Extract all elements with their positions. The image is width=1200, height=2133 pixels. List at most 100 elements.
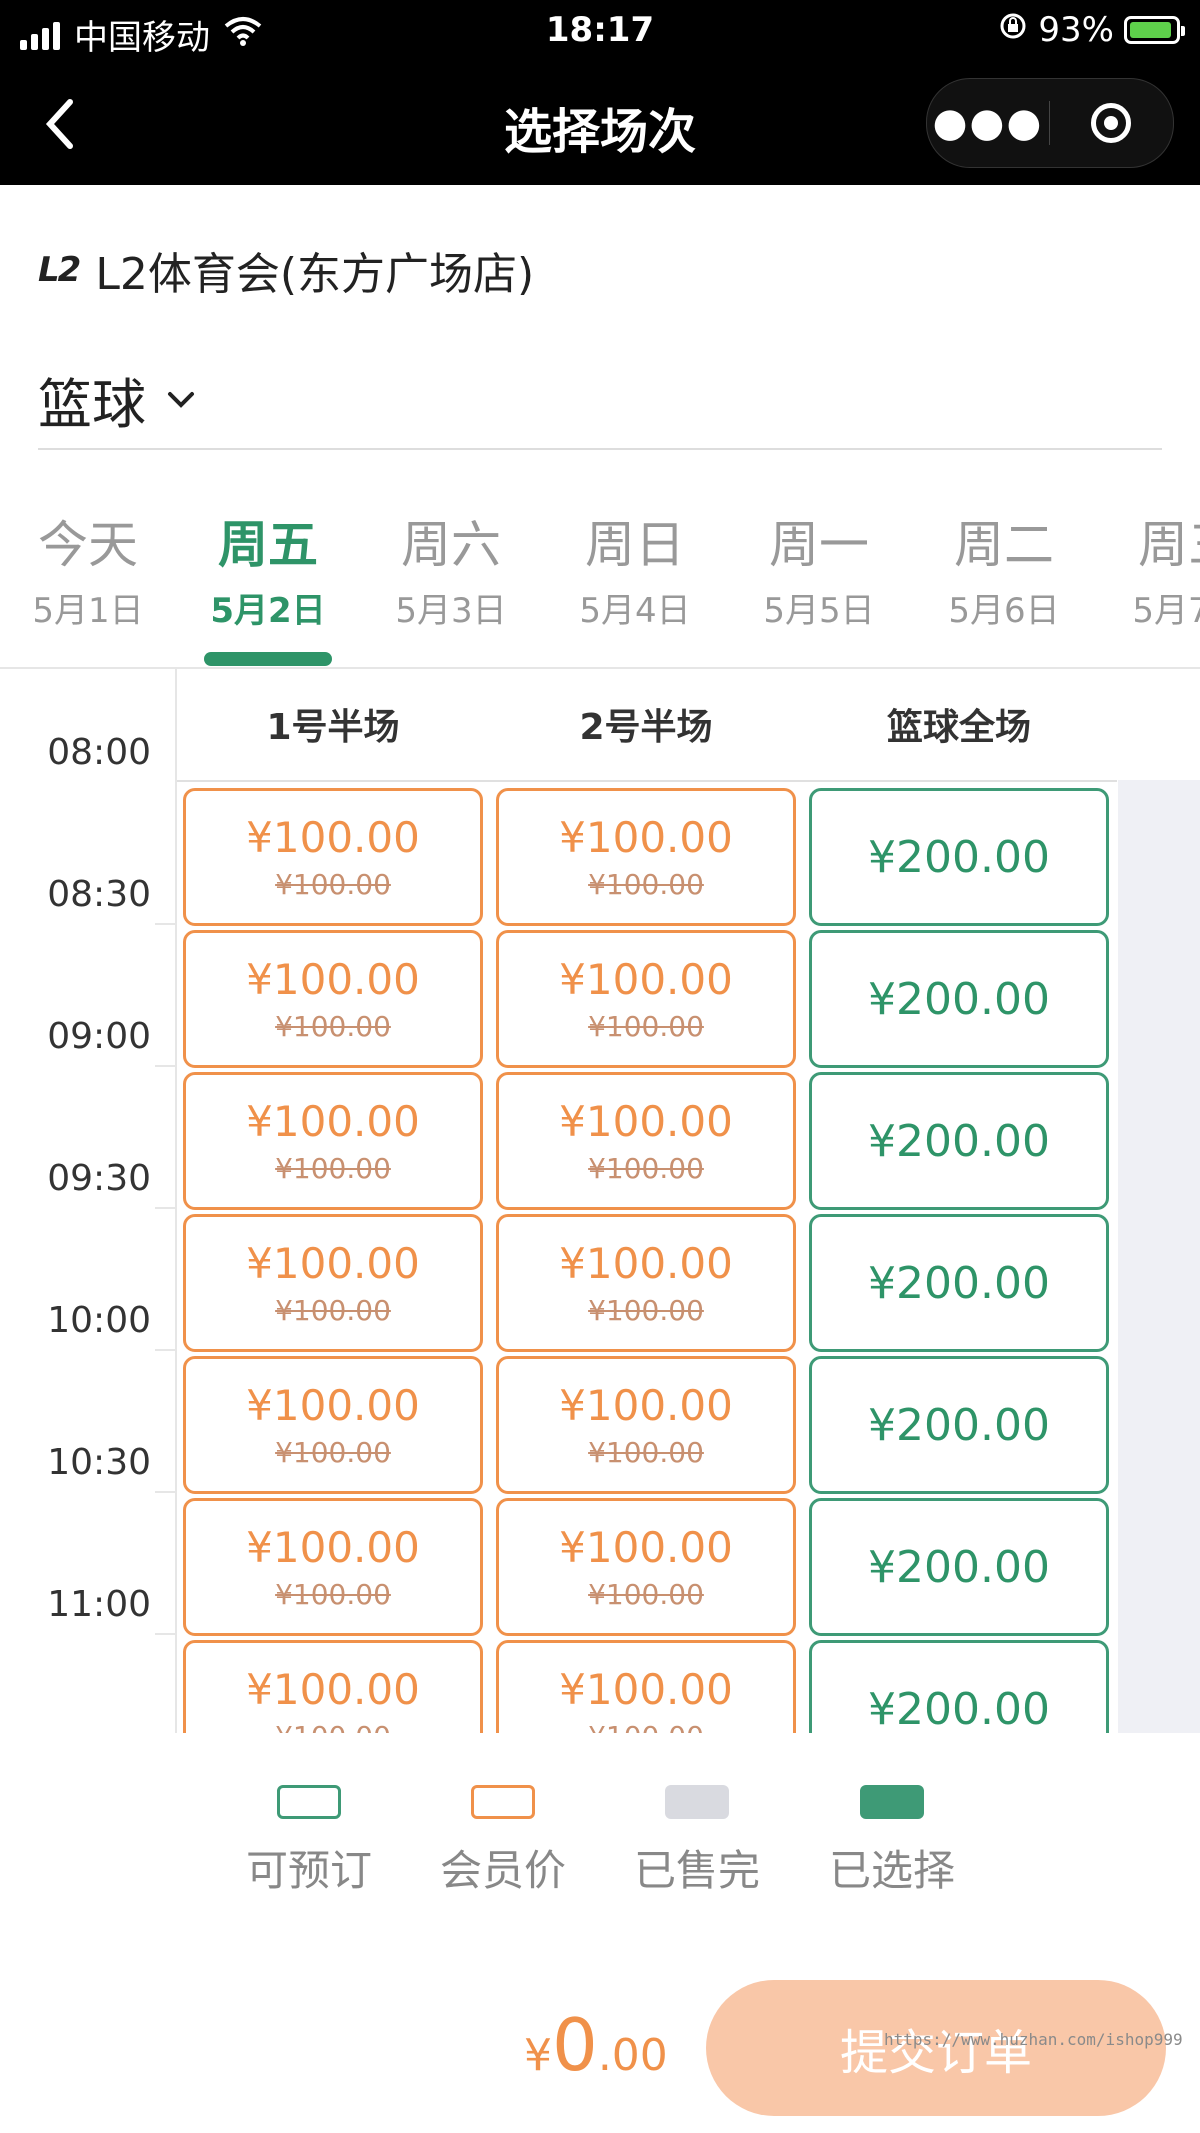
half-court-slot[interactable]: ¥100.00 ¥100.00: [496, 1498, 796, 1636]
active-date-indicator: [204, 652, 332, 666]
time-column: 08:00 08:30 09:00 09:30 10:00 10:30 11:00: [0, 668, 177, 1733]
date-tab-weekday: 周一: [769, 516, 869, 574]
schedule-grid: 08:00 08:30 09:00 09:30 10:00 10:30 11:00 1号半场…: [0, 668, 1200, 1733]
slot-price: ¥200.00: [868, 1257, 1050, 1309]
header-divider: [177, 780, 1117, 782]
full-court-slot[interactable]: ¥200.00: [809, 1498, 1109, 1636]
sport-label: 篮球: [38, 373, 146, 436]
chevron-down-icon: [168, 391, 194, 408]
slot-original-price: ¥100.00: [588, 1577, 704, 1611]
half-court-slot[interactable]: ¥100.00 ¥100.00: [496, 930, 796, 1068]
slot-price: ¥100.00: [246, 1096, 420, 1146]
slot-original-price: ¥100.00: [588, 1720, 704, 1734]
half-court-slot[interactable]: ¥100.00 ¥100.00: [496, 788, 796, 926]
top-bar: 中国移动 18:17 93% 选择场次 ●●●: [0, 0, 1200, 185]
slot-price: ¥100.00: [246, 1238, 420, 1288]
battery-percent: 93%: [1038, 10, 1114, 50]
slot-original-price: ¥100.00: [275, 1720, 391, 1734]
total-currency: ¥: [524, 2030, 552, 2081]
more-dots-icon[interactable]: ●●●: [927, 100, 1049, 146]
time-tick: [155, 1065, 175, 1067]
full-court-slot[interactable]: ¥200.00: [809, 930, 1109, 1068]
date-tab-date: 5月4日: [579, 591, 691, 631]
date-tab[interactable]: 周六 5月3日: [359, 505, 543, 632]
slot-price: ¥100.00: [559, 1238, 733, 1288]
time-label: 08:30: [47, 874, 151, 915]
slot-price: ¥100.00: [246, 812, 420, 862]
legend-label: 可预订: [245, 1846, 372, 1895]
time-tick: [155, 1207, 175, 1209]
venue-logo: L2: [38, 250, 81, 290]
half-court-slot[interactable]: ¥100.00 ¥100.00: [496, 1214, 796, 1352]
battery-icon: [1124, 16, 1185, 44]
grid-scroll-strip: [1118, 780, 1200, 1733]
slot-price: ¥100.00: [559, 1522, 733, 1572]
legend-swatch: [860, 1785, 924, 1819]
slot-price: ¥100.00: [246, 1522, 420, 1572]
slot-price: ¥100.00: [246, 1380, 420, 1430]
date-tab-weekday: 周六: [401, 516, 501, 574]
time-label: 09:00: [47, 1016, 151, 1057]
slot-price: ¥200.00: [868, 1541, 1050, 1593]
time-label: 10:00: [47, 1300, 151, 1341]
half-court-slot[interactable]: ¥100.00 ¥100.00: [183, 1214, 483, 1352]
legend-item-selected: 已选择: [807, 1785, 977, 1898]
time-label: 09:30: [47, 1158, 151, 1199]
date-tab[interactable]: 周一 5月5日: [727, 505, 911, 632]
legend-label: 已选择: [828, 1846, 955, 1895]
slot-original-price: ¥100.00: [275, 1577, 391, 1611]
date-tab[interactable]: 周五 5月2日: [176, 505, 360, 632]
slot-price: ¥100.00: [559, 1664, 733, 1714]
half-court-slot[interactable]: ¥100.00 ¥100.00: [183, 788, 483, 926]
date-tab[interactable]: 今天 5月1日: [0, 505, 180, 632]
slot-original-price: ¥100.00: [275, 1151, 391, 1185]
legend-item-available: 可预订: [224, 1785, 394, 1898]
legend-item-member: 会员价: [418, 1785, 588, 1898]
date-tab-date: 5月3日: [395, 591, 507, 631]
slot-original-price: ¥100.00: [275, 1293, 391, 1327]
time-tick: [155, 1491, 175, 1493]
time-label: 10:30: [47, 1442, 151, 1483]
slot-original-price: ¥100.00: [588, 1151, 704, 1185]
half-court-slot[interactable]: ¥100.00 ¥100.00: [183, 1640, 483, 1733]
full-court-slot[interactable]: ¥200.00: [809, 1356, 1109, 1494]
half-court-slot[interactable]: ¥100.00 ¥100.00: [183, 930, 483, 1068]
slot-price: ¥100.00: [559, 1380, 733, 1430]
time-tick: [155, 1633, 175, 1635]
close-mini-program-button[interactable]: [1050, 103, 1172, 143]
half-court-slot[interactable]: ¥100.00 ¥100.00: [496, 1072, 796, 1210]
total-decimal: .00: [597, 2030, 668, 2081]
legend-label: 会员价: [439, 1846, 566, 1895]
half-court-slot[interactable]: ¥100.00 ¥100.00: [496, 1356, 796, 1494]
legend-swatch: [665, 1785, 729, 1819]
slot-original-price: ¥100.00: [588, 867, 704, 901]
date-tab-date: 5月7日: [1132, 591, 1200, 631]
half-court-slot[interactable]: ¥100.00 ¥100.00: [496, 1640, 796, 1733]
legend-swatch: [277, 1785, 341, 1819]
half-court-slot[interactable]: ¥100.00 ¥100.00: [183, 1498, 483, 1636]
status-right: 93%: [998, 10, 1185, 50]
date-tab[interactable]: 周三 5月7日: [1096, 505, 1200, 632]
slot-original-price: ¥100.00: [588, 1293, 704, 1327]
slot-original-price: ¥100.00: [588, 1009, 704, 1043]
full-court-slot[interactable]: ¥200.00: [809, 1072, 1109, 1210]
court-header: 2号半场: [579, 707, 713, 748]
time-label: 08:00: [47, 732, 151, 773]
sport-selector[interactable]: 篮球: [38, 360, 196, 439]
date-tab-date: 5月6日: [948, 591, 1060, 631]
date-tab[interactable]: 周日 5月4日: [543, 505, 727, 632]
date-tab-weekday: 周三: [1138, 516, 1200, 574]
full-court-slot[interactable]: ¥200.00: [809, 1214, 1109, 1352]
status-bar: 中国移动 18:17 93%: [0, 0, 1200, 60]
full-court-slot[interactable]: ¥200.00: [809, 1640, 1109, 1733]
half-court-slot[interactable]: ¥100.00 ¥100.00: [183, 1072, 483, 1210]
half-court-slot[interactable]: ¥100.00 ¥100.00: [183, 1356, 483, 1494]
full-court-slot[interactable]: ¥200.00: [809, 788, 1109, 926]
date-tab-date: 5月2日: [210, 591, 326, 631]
slot-price: ¥100.00: [559, 1096, 733, 1146]
court-header: 篮球全场: [886, 707, 1031, 748]
slot-price: ¥100.00: [246, 1664, 420, 1714]
court-header: 1号半场: [266, 707, 400, 748]
date-tab[interactable]: 周二 5月6日: [912, 505, 1096, 632]
date-tabs: 今天 5月1日 周五 5月2日 周六 5月3日 周日 5月4日 周一 5月5日 周二 5月6日 周三 5月…: [0, 490, 1200, 670]
